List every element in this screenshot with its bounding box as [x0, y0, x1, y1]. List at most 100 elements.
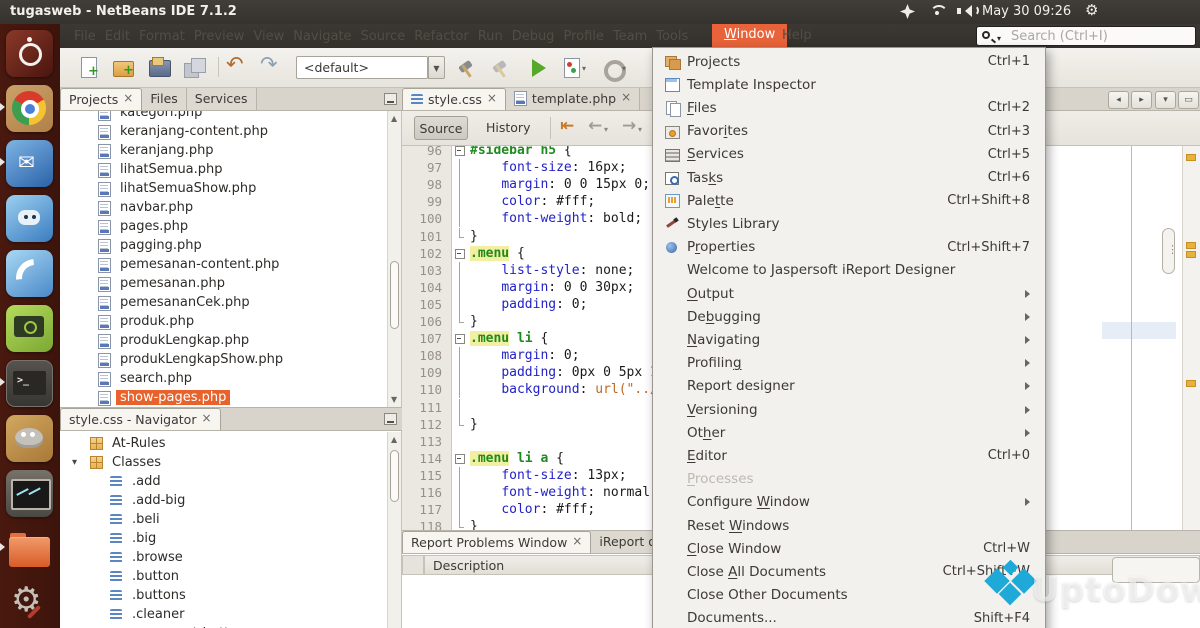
- close-icon[interactable]: ×: [123, 91, 133, 105]
- fold-marker[interactable]: [454, 144, 466, 159]
- chrome-icon[interactable]: [6, 85, 53, 132]
- window-menu-item[interactable]: Close WindowCtrl+W: [654, 537, 1044, 560]
- terminal-icon[interactable]: [6, 360, 53, 407]
- tab-services[interactable]: Services: [187, 88, 257, 110]
- menu-tools[interactable]: Tools: [656, 29, 688, 44]
- indicator-star-icon[interactable]: [900, 4, 915, 19]
- build-icon[interactable]: [454, 55, 480, 81]
- window-menu-item[interactable]: Versioning: [654, 398, 1044, 421]
- forward-dropdown-icon[interactable]: ▾: [638, 125, 642, 134]
- window-menu-item[interactable]: ServicesCtrl+5: [654, 143, 1044, 166]
- window-menu-item[interactable]: Navigating: [654, 328, 1044, 351]
- new-project-icon[interactable]: [110, 55, 136, 81]
- navigator-scrollbar[interactable]: ▲: [387, 432, 401, 628]
- file-item[interactable]: navbar.php: [60, 199, 402, 218]
- menu-format[interactable]: Format: [139, 29, 185, 44]
- window-menu-item[interactable]: Template Inspector: [654, 73, 1044, 96]
- open-project-icon[interactable]: [146, 55, 172, 81]
- fold-marker[interactable]: [454, 450, 466, 467]
- file-item[interactable]: lihatSemuaShow.php: [60, 180, 402, 199]
- file-item[interactable]: produkLengkapShow.php: [60, 351, 402, 370]
- menu-file[interactable]: File: [74, 29, 96, 44]
- tab-template-php[interactable]: template.php ×: [506, 88, 640, 110]
- file-item[interactable]: keranjang.php: [60, 142, 402, 161]
- close-icon[interactable]: ×: [572, 534, 582, 548]
- history-view-button[interactable]: History: [478, 120, 538, 135]
- configuration-select[interactable]: <default>: [296, 56, 428, 79]
- tab-list-icon[interactable]: ▾: [1155, 91, 1176, 109]
- tab-navigator[interactable]: style.css - Navigator ×: [60, 408, 221, 430]
- window-menu-item[interactable]: Reset Windows: [654, 514, 1044, 537]
- file-item[interactable]: show-pages.php: [60, 389, 402, 407]
- window-menu-item[interactable]: FilesCtrl+2: [654, 96, 1044, 119]
- file-item[interactable]: pemesanan-content.php: [60, 256, 402, 275]
- debug-dropdown-icon[interactable]: ▾: [582, 64, 586, 73]
- window-menu-item[interactable]: Other: [654, 421, 1044, 444]
- css-class-item[interactable]: .beli: [60, 511, 402, 530]
- window-menu-item[interactable]: Styles Library: [654, 212, 1044, 235]
- gimp-icon[interactable]: [6, 415, 53, 462]
- menu-team[interactable]: Team: [613, 29, 647, 44]
- run-icon[interactable]: [524, 55, 550, 81]
- back-dropdown-icon[interactable]: ▾: [604, 125, 608, 134]
- css-class-item[interactable]: .button: [60, 568, 402, 587]
- minimize-panel-icon[interactable]: [384, 93, 397, 105]
- close-icon[interactable]: ×: [621, 90, 631, 104]
- file-item[interactable]: keranjang-content.php: [60, 123, 402, 142]
- tab-style-css[interactable]: style.css ×: [402, 88, 506, 110]
- menu-edit[interactable]: Edit: [105, 29, 130, 44]
- file-item[interactable]: pages.php: [60, 218, 402, 237]
- window-menu-item[interactable]: PaletteCtrl+Shift+8: [654, 189, 1044, 212]
- quick-search-input[interactable]: ▾ Search (Ctrl+I): [976, 26, 1196, 46]
- menu-preview[interactable]: Preview: [194, 29, 245, 44]
- fold-marker[interactable]: [454, 245, 466, 262]
- file-item[interactable]: pemesananCek.php: [60, 294, 402, 313]
- tab-files[interactable]: Files: [142, 88, 186, 110]
- css-class-item[interactable]: .big: [60, 530, 402, 549]
- window-menu-item[interactable]: Close Other Documents: [654, 584, 1044, 607]
- projects-scrollbar[interactable]: ▲ ▼: [387, 111, 401, 407]
- window-menu-item[interactable]: PropertiesCtrl+Shift+7: [654, 236, 1044, 259]
- minimize-panel-icon[interactable]: [384, 413, 397, 425]
- messenger-icon[interactable]: [6, 195, 53, 242]
- expand-caret-icon[interactable]: ▾: [72, 457, 77, 468]
- close-icon[interactable]: ×: [487, 91, 497, 105]
- save-all-icon[interactable]: [182, 55, 208, 81]
- window-menu-item[interactable]: EditorCtrl+0: [654, 444, 1044, 467]
- css-class-item[interactable]: .cleaner: [60, 606, 402, 625]
- file-item[interactable]: pemesanan.php: [60, 275, 402, 294]
- clock[interactable]: May 30 09:26: [982, 4, 1071, 19]
- navigator-group[interactable]: ▾Classes: [60, 454, 402, 473]
- tab-report-problems[interactable]: Report Problems Window ×: [402, 531, 591, 553]
- file-item[interactable]: lihatSemua.php: [60, 161, 402, 180]
- fold-marker[interactable]: [454, 330, 466, 347]
- file-item[interactable]: kategori.php: [60, 111, 402, 123]
- window-menu-item[interactable]: Output: [654, 282, 1044, 305]
- media-app-icon[interactable]: [6, 250, 53, 297]
- close-icon[interactable]: ×: [201, 411, 211, 425]
- menu-source[interactable]: Source: [361, 29, 406, 44]
- volume-icon[interactable]: [957, 4, 975, 18]
- window-menu-item[interactable]: Report designer: [654, 375, 1044, 398]
- maximize-window-icon[interactable]: ▭: [1178, 91, 1199, 109]
- redo-icon[interactable]: ↷: [258, 55, 284, 81]
- menu-window[interactable]: Window: [712, 24, 787, 47]
- window-menu-item[interactable]: Profiling: [654, 352, 1044, 375]
- window-menu-item[interactable]: ProjectsCtrl+1: [654, 50, 1044, 73]
- css-class-item[interactable]: .add-big: [60, 492, 402, 511]
- window-menu-item[interactable]: Debugging: [654, 305, 1044, 328]
- window-menu-item[interactable]: Close All DocumentsCtrl+Shift+W: [654, 560, 1044, 583]
- file-item[interactable]: pagging.php: [60, 237, 402, 256]
- menu-help[interactable]: Help: [782, 28, 812, 43]
- wifi-icon[interactable]: [930, 4, 946, 17]
- undo-icon[interactable]: ↶: [224, 55, 250, 81]
- css-class-item[interactable]: .buttons: [60, 587, 402, 606]
- configuration-select-arrow[interactable]: ▼: [428, 56, 445, 79]
- settings-icon[interactable]: [6, 580, 53, 627]
- session-gear-icon[interactable]: ⚙: [1085, 1, 1098, 19]
- window-menu-item[interactable]: Welcome to Jaspersoft iReport Designer: [654, 259, 1044, 282]
- clean-build-icon[interactable]: [488, 55, 514, 81]
- scroll-tabs-left-icon[interactable]: ◂: [1108, 91, 1129, 109]
- thunderbird-icon[interactable]: [6, 140, 53, 187]
- menu-navigate[interactable]: Navigate: [293, 29, 351, 44]
